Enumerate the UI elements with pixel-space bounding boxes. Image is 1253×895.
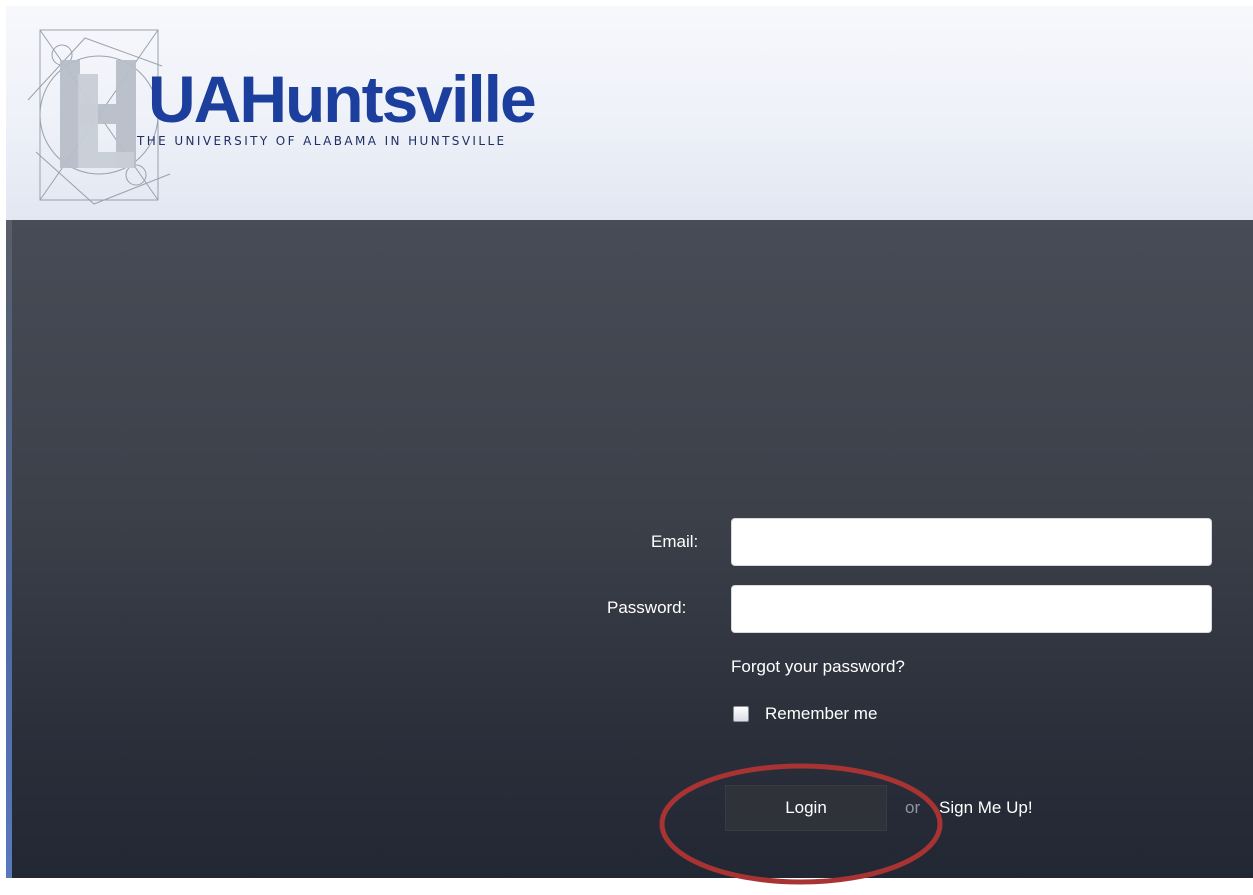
remember-me-row[interactable]: Remember me xyxy=(733,704,877,724)
email-label: Email: xyxy=(651,532,699,551)
login-button[interactable]: Login xyxy=(725,785,887,831)
sign-up-link[interactable]: Sign Me Up! xyxy=(939,798,1033,818)
password-label: Password: xyxy=(607,598,687,617)
forgot-password-link[interactable]: Forgot your password? xyxy=(731,657,905,677)
password-field[interactable] xyxy=(731,585,1212,633)
uahuntsville-logo: UAHuntsville THE UNIVERSITY OF ALABAMA I… xyxy=(20,20,620,210)
left-edge-accent xyxy=(6,220,12,878)
header: UAHuntsville THE UNIVERSITY OF ALABAMA I… xyxy=(6,6,1253,221)
logo-subtitle: THE UNIVERSITY OF ALABAMA IN HUNTSVILLE xyxy=(137,134,507,148)
remember-me-label[interactable]: Remember me xyxy=(765,704,877,724)
remember-me-checkbox[interactable] xyxy=(733,706,749,722)
or-text: or xyxy=(905,798,921,817)
email-field[interactable] xyxy=(731,518,1212,566)
logo-title: UAHuntsville xyxy=(148,62,537,136)
login-page: UAHuntsville THE UNIVERSITY OF ALABAMA I… xyxy=(6,6,1253,878)
